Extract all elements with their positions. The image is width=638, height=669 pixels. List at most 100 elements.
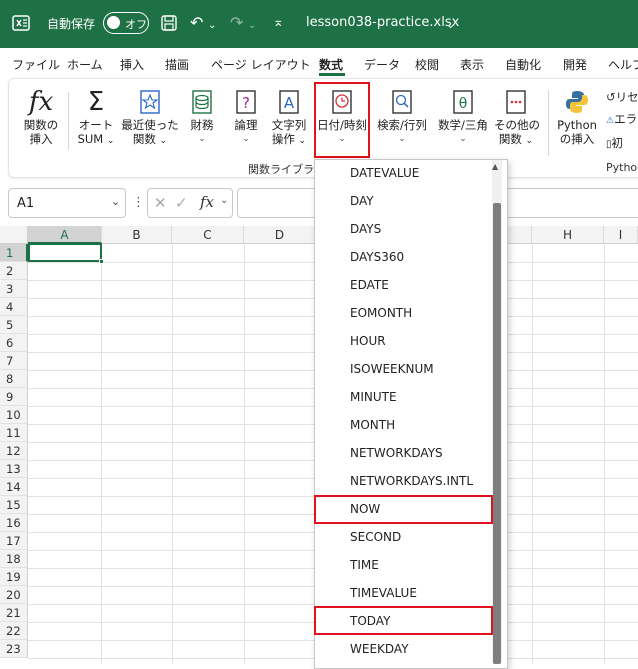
python-insert-button[interactable]: Python の挿入 — [554, 88, 600, 146]
menu-item-networkdays-intl[interactable]: NETWORKDAYS.INTL — [350, 474, 473, 488]
menu-item-datevalue[interactable]: DATEVALUE — [350, 166, 419, 180]
row-header[interactable]: 12 — [0, 442, 28, 460]
fx-chevron-icon[interactable]: ⌄ — [220, 195, 228, 206]
row-header[interactable]: 11 — [0, 424, 28, 442]
customize-qat-icon[interactable]: ⌅ — [273, 13, 284, 33]
row-header[interactable]: 3 — [0, 280, 28, 298]
row-header[interactable]: 1 — [0, 244, 28, 262]
tab-insert[interactable]: 挿入 — [120, 56, 144, 73]
tab-data[interactable]: データ — [364, 56, 400, 73]
tab-formulas[interactable]: 数式 — [319, 56, 343, 73]
row-header[interactable]: 23 — [0, 640, 28, 658]
menu-item-hour[interactable]: HOUR — [350, 334, 386, 348]
lookup-reference-label: 検索/行列 — [377, 118, 427, 132]
row-header[interactable]: 18 — [0, 550, 28, 568]
row-header[interactable]: 5 — [0, 316, 28, 334]
math-trig-button[interactable]: θ 数学/三角 ⌄ — [434, 88, 492, 146]
row-header[interactable]: 20 — [0, 586, 28, 604]
column-header[interactable]: C — [172, 226, 244, 244]
menu-item-month[interactable]: MONTH — [350, 418, 395, 432]
tab-developer[interactable]: 開発 — [563, 56, 587, 73]
menu-item-edate[interactable]: EDATE — [350, 278, 389, 292]
autosum-button[interactable]: Σ オート SUM ⌄ — [74, 88, 118, 148]
recently-used-label-1: 最近使った — [121, 118, 179, 132]
python-reset-button[interactable]: ↺リセ — [606, 86, 638, 108]
fx-icon: fx — [28, 87, 54, 117]
row-header[interactable]: 2 — [0, 262, 28, 280]
tab-home[interactable]: ホーム — [67, 56, 103, 73]
column-header[interactable]: D — [244, 226, 316, 244]
autosave-label: 自動保存 — [47, 17, 96, 31]
tab-view[interactable]: 表示 — [460, 56, 484, 73]
filename-chevron-icon[interactable]: ⌄ — [446, 15, 455, 35]
insert-function-button[interactable]: fx 関数の 挿入 — [20, 88, 62, 146]
menu-item-eomonth[interactable]: EOMONTH — [350, 306, 412, 320]
row-header[interactable]: 22 — [0, 622, 28, 640]
tab-review[interactable]: 校閲 — [415, 56, 439, 73]
name-box[interactable]: A1 ⌄ — [8, 188, 126, 218]
toggle-knob — [107, 16, 120, 29]
redo-icon[interactable]: ↷ — [230, 13, 243, 33]
row-header[interactable]: 19 — [0, 568, 28, 586]
recently-used-button[interactable]: 最近使った 関数 ⌄ — [120, 88, 180, 148]
tab-automate[interactable]: 自動化 — [505, 56, 541, 73]
menu-item-days360[interactable]: DAYS360 — [350, 250, 404, 264]
menu-item-day[interactable]: DAY — [350, 194, 374, 208]
select-all-corner[interactable] — [0, 226, 28, 244]
column-header[interactable]: H — [532, 226, 604, 244]
row-header[interactable]: 14 — [0, 478, 28, 496]
python-init-button[interactable]: ▯初 — [606, 132, 638, 156]
menu-item-timevalue[interactable]: TIMEVALUE — [350, 586, 417, 600]
menu-scrollbar-thumb[interactable] — [493, 203, 501, 664]
row-header[interactable]: 9 — [0, 388, 28, 406]
active-cell-a1[interactable] — [28, 243, 104, 264]
column-header[interactable]: I — [604, 226, 638, 244]
menu-item-time[interactable]: TIME — [350, 558, 379, 572]
insert-function-icon[interactable]: fx — [200, 193, 214, 211]
menu-item-isoweeknum[interactable]: ISOWEEKNUM — [350, 362, 434, 376]
row-header[interactable]: 17 — [0, 532, 28, 550]
menu-item-second[interactable]: SECOND — [350, 530, 401, 544]
python-group-label: Python — [606, 161, 638, 174]
row-header[interactable]: 15 — [0, 496, 28, 514]
tab-draw[interactable]: 描画 — [165, 56, 189, 73]
menu-item-days[interactable]: DAYS — [350, 222, 381, 236]
scroll-up-arrow-icon[interactable]: ▲ — [492, 162, 498, 171]
row-header[interactable]: 4 — [0, 298, 28, 316]
menu-item-minute[interactable]: MINUTE — [350, 390, 397, 404]
column-header[interactable]: A — [28, 226, 102, 244]
logical-button[interactable]: ? 論理 ⌄ — [230, 88, 262, 146]
lookup-reference-button[interactable]: 検索/行列 ⌄ — [372, 88, 432, 146]
tab-help[interactable]: ヘルプ — [608, 56, 638, 73]
redo-chevron-icon[interactable]: ⌄ — [248, 16, 256, 36]
undo-icon[interactable]: ↶ — [190, 13, 203, 33]
text-functions-button[interactable]: A 文字列 操作 ⌄ — [268, 88, 310, 148]
row-header[interactable]: 8 — [0, 370, 28, 388]
logical-chevron-icon: ⌄ — [242, 134, 250, 144]
lookup-reference-chevron-icon: ⌄ — [398, 134, 406, 144]
formula-bar-more-icon[interactable]: ⋮ — [132, 195, 145, 210]
row-header[interactable]: 6 — [0, 334, 28, 352]
row-header[interactable]: 16 — [0, 514, 28, 532]
undo-chevron-icon[interactable]: ⌄ — [208, 16, 216, 36]
tab-file[interactable]: ファイル — [12, 56, 60, 73]
menu-item-networkdays[interactable]: NETWORKDAYS — [350, 446, 443, 460]
file-name[interactable]: lesson038-practice.xlsx — [306, 15, 459, 30]
row-header[interactable]: 10 — [0, 406, 28, 424]
row-header[interactable]: 21 — [0, 604, 28, 622]
autosave-toggle[interactable]: オフ — [103, 12, 149, 34]
name-box-chevron-icon[interactable]: ⌄ — [111, 195, 120, 208]
save-icon[interactable] — [160, 14, 178, 32]
python-error-button[interactable]: ⚠エラ — [606, 108, 638, 132]
menu-item-weekday[interactable]: WEEKDAY — [350, 642, 409, 656]
more-functions-label-2: 関数 ⌄ — [498, 132, 534, 146]
column-header[interactable]: B — [102, 226, 172, 244]
financial-button[interactable]: 財務 ⌄ — [186, 88, 218, 146]
cancel-icon[interactable]: ✕ — [154, 194, 167, 212]
tab-page-layout[interactable]: ページ レイアウト — [211, 56, 311, 73]
enter-icon[interactable]: ✓ — [175, 194, 188, 212]
row-header[interactable]: 7 — [0, 352, 28, 370]
fill-handle[interactable] — [99, 259, 104, 264]
row-header[interactable]: 13 — [0, 460, 28, 478]
more-functions-button[interactable]: その他の 関数 ⌄ — [494, 88, 540, 148]
